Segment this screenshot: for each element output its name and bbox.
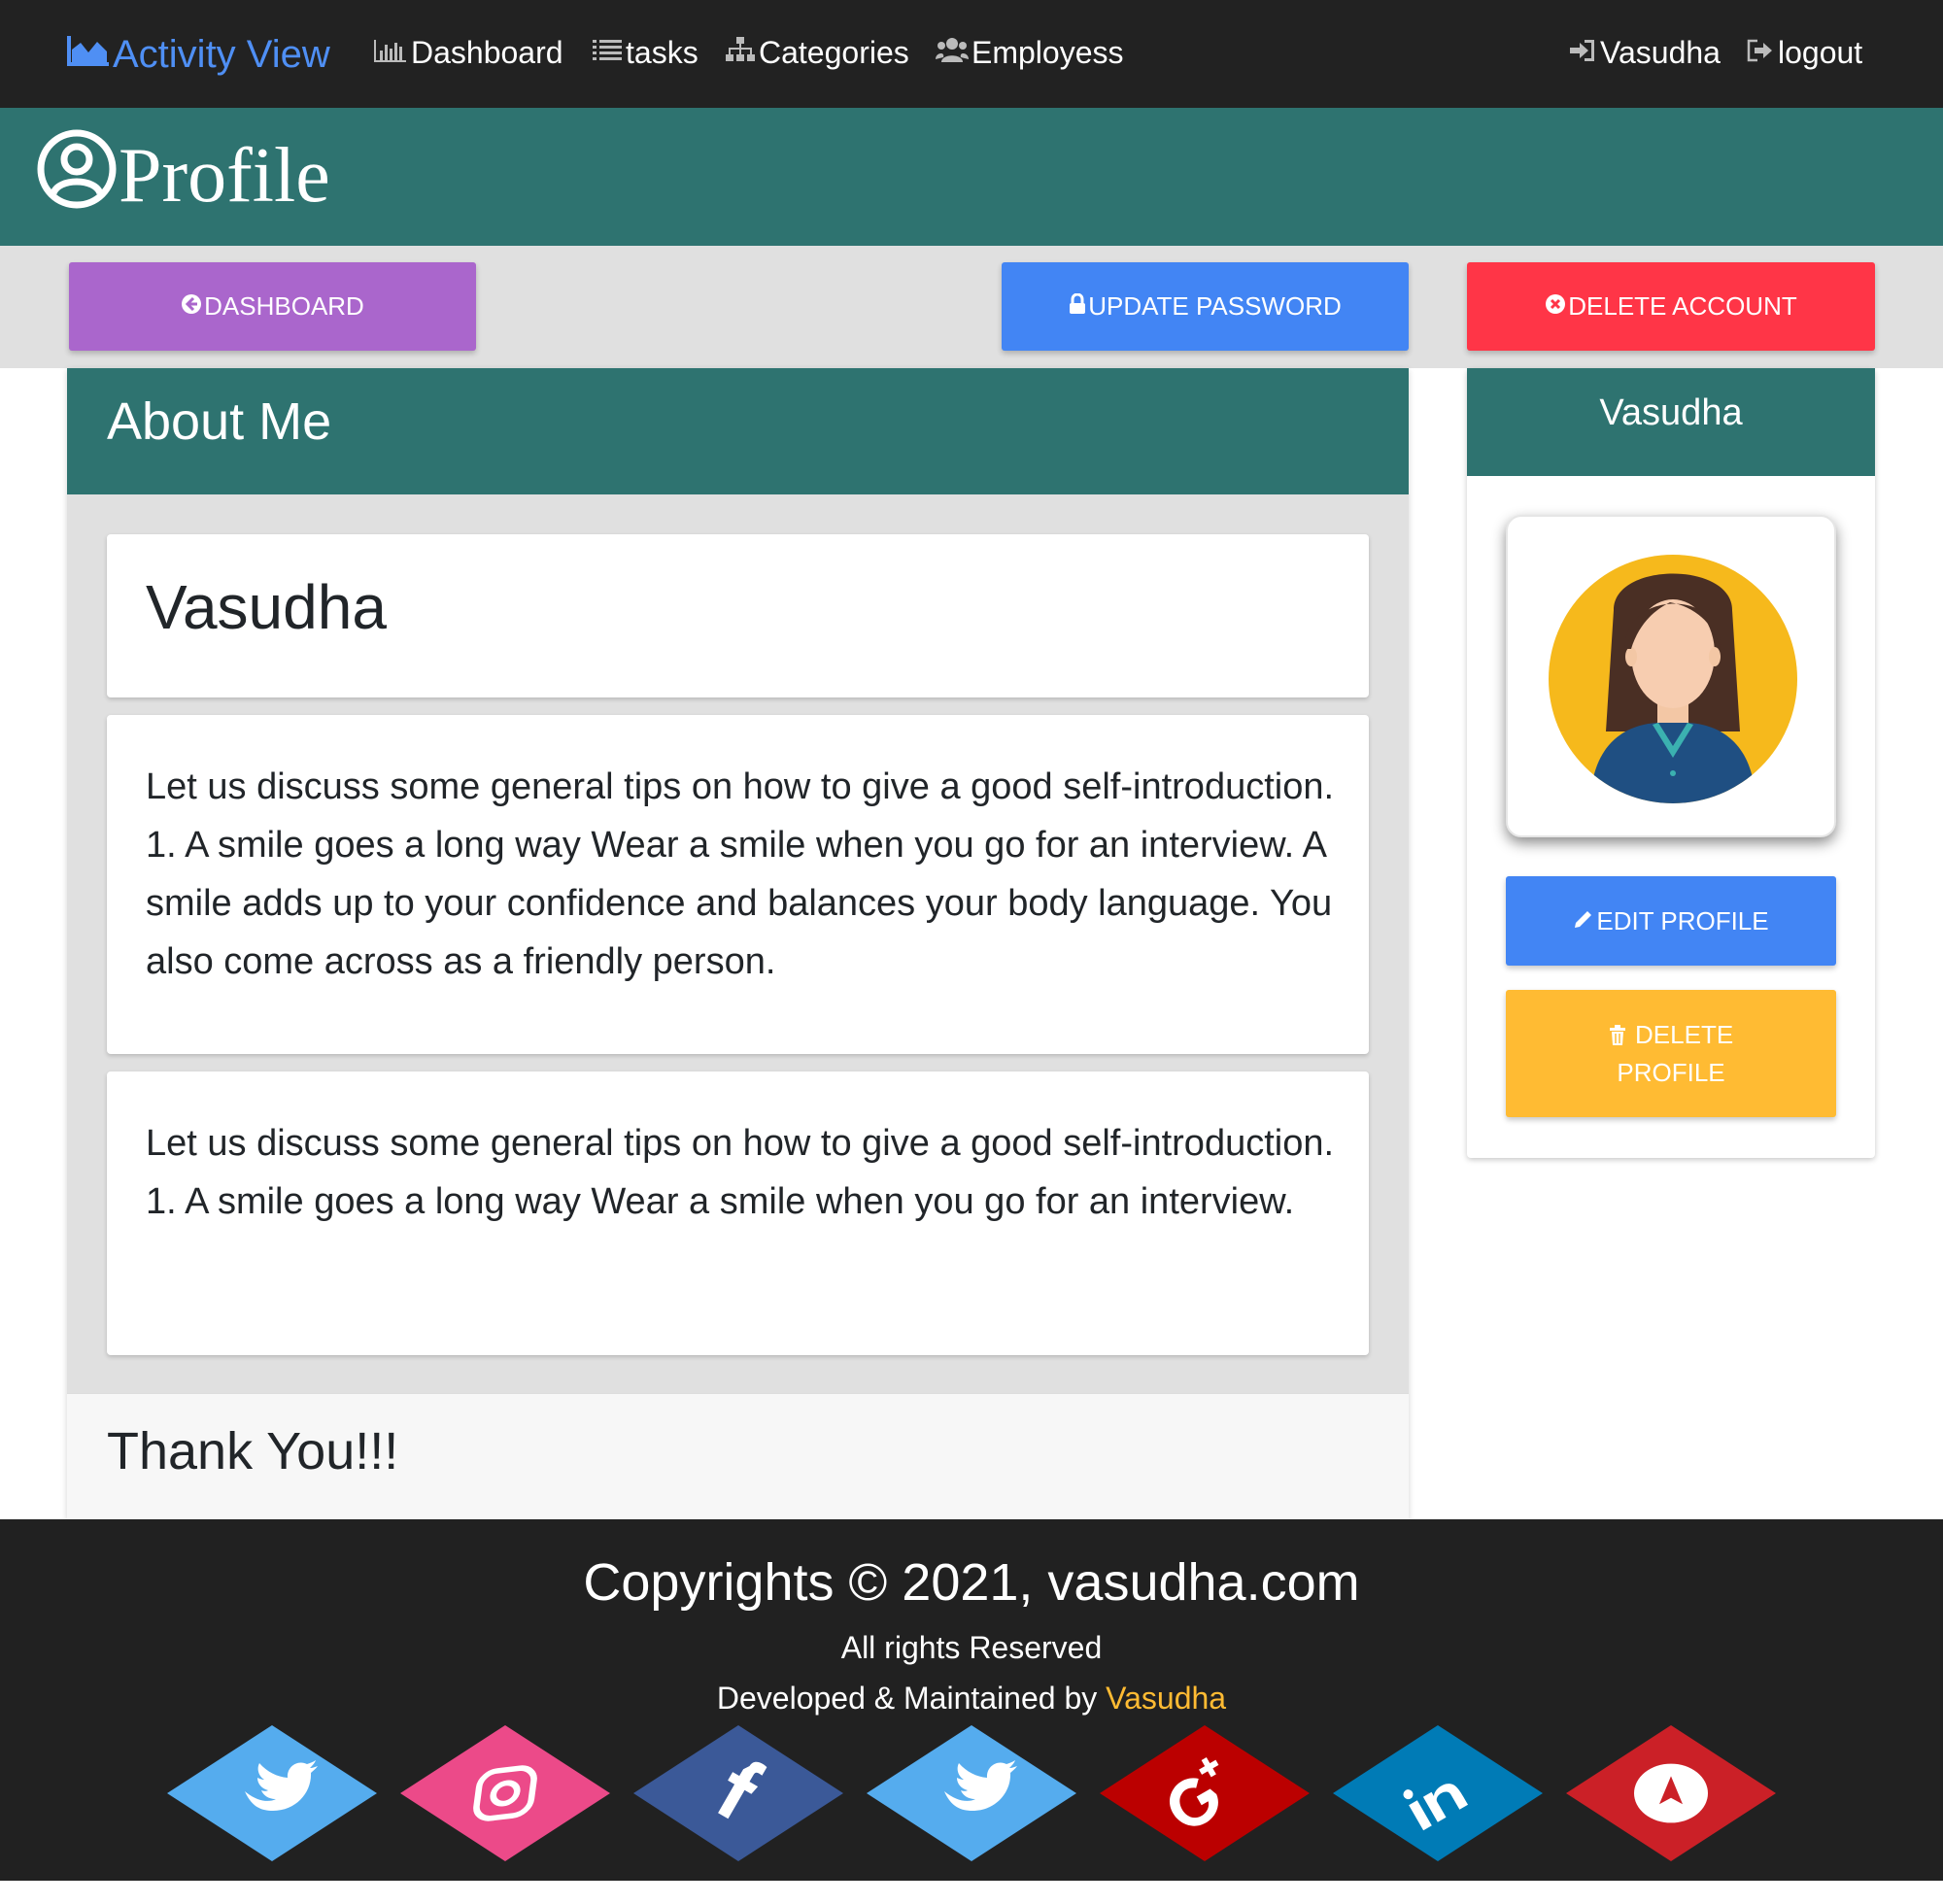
pencil-icon (1573, 906, 1596, 936)
nav-tasks-label: tasks (626, 35, 699, 70)
delete-account-button[interactable]: DELETE ACCOUNT (1467, 262, 1875, 351)
users-icon (936, 35, 972, 71)
avatar-image (1549, 555, 1797, 803)
arrow-circle-left-icon (181, 291, 204, 322)
delete-profile-content: DELETE PROFILE (1598, 1016, 1744, 1092)
edit-profile-button[interactable]: EDIT PROFILE (1506, 876, 1836, 966)
thank-you-text: Thank You!!! (107, 1422, 399, 1480)
brand-link[interactable]: Activity View (66, 33, 330, 77)
top-navbar: Activity View Dashboard tasks Categories… (0, 0, 1943, 108)
action-bar: DASHBOARD UPDATE PASSWORD DELETE ACCOUNT (0, 246, 1943, 368)
pinterest-link[interactable] (1566, 1725, 1776, 1861)
bio-paragraph-2: Let us discuss some general tips on how … (146, 1123, 1335, 1222)
list-icon (592, 35, 626, 71)
page-bottom-strip (0, 1881, 1943, 1904)
sign-out-icon (1746, 35, 1778, 71)
side-card-name: Vasudha (1467, 368, 1875, 476)
nav-categories[interactable]: Categories (725, 35, 909, 71)
name-card: Vasudha (107, 534, 1369, 697)
copyright-text: Copyrights © 2021, vasudha.com (583, 1553, 1360, 1612)
nav-tasks[interactable]: tasks (592, 35, 699, 71)
bio-card-1: Let us discuss some general tips on how … (107, 715, 1369, 1054)
about-heading: About Me (107, 392, 332, 451)
pinterest-icon (1634, 1763, 1708, 1823)
profile-header: Profile (0, 108, 1943, 246)
nav-dashboard[interactable]: Dashboard (373, 35, 563, 71)
lock-icon (1069, 291, 1088, 322)
sign-in-icon (1568, 35, 1600, 71)
bio-card-2: Let us discuss some general tips on how … (107, 1071, 1369, 1355)
update-password-label: UPDATE PASSWORD (1088, 291, 1342, 321)
linkedin-link[interactable] (1333, 1725, 1543, 1861)
about-card-footer: Thank You!!! (67, 1393, 1409, 1519)
nav-categories-label: Categories (759, 35, 909, 70)
developed-prefix: Developed & Maintained by (716, 1681, 1098, 1716)
bar-chart-icon (373, 35, 411, 71)
about-card: About Me Vasudha Let us discuss some gen… (67, 368, 1409, 1519)
dashboard-button-label: DASHBOARD (204, 291, 364, 321)
twitter-link-2[interactable] (867, 1725, 1076, 1861)
dashboard-button[interactable]: DASHBOARD (69, 262, 476, 351)
instagram-link[interactable] (400, 1725, 610, 1861)
update-password-button[interactable]: UPDATE PASSWORD (1002, 262, 1409, 351)
edit-profile-label: EDIT PROFILE (1596, 905, 1769, 935)
developed-by-text: Developed & Maintained by Vasudha (0, 1681, 1943, 1717)
delete-profile-label: DELETE PROFILE (1617, 1019, 1734, 1087)
page-title-label: Profile (119, 133, 330, 219)
delete-profile-button[interactable]: DELETE PROFILE (1506, 990, 1836, 1117)
trash-icon (1609, 1020, 1635, 1049)
nav-dashboard-label: Dashboard (411, 35, 563, 70)
bio-paragraph-1: Let us discuss some general tips on how … (146, 766, 1335, 982)
page-footer: Copyrights © 2021, vasudha.com All right… (0, 1519, 1943, 1904)
delete-account-label: DELETE ACCOUNT (1568, 291, 1797, 321)
about-name: Vasudha (146, 572, 387, 642)
rights-text: All rights Reserved (840, 1630, 1103, 1665)
avatar (1506, 515, 1836, 837)
about-card-header: About Me (67, 368, 1409, 494)
nav-user[interactable]: Vasudha (1568, 35, 1721, 71)
twitter-link[interactable] (167, 1725, 377, 1861)
brand-label: Activity View (113, 33, 330, 76)
sitemap-icon (725, 35, 759, 71)
nav-employess[interactable]: Employess (936, 35, 1124, 71)
user-circle-icon (37, 129, 119, 222)
developer-link[interactable]: Vasudha (1106, 1681, 1226, 1716)
nav-employess-label: Employess (972, 35, 1124, 70)
nav-user-label: Vasudha (1600, 35, 1721, 70)
page-title: Profile (37, 129, 330, 222)
nav-logout-label: logout (1778, 35, 1863, 70)
area-chart-icon (66, 33, 113, 77)
facebook-link[interactable] (633, 1725, 843, 1861)
profile-side-card: Vasudha EDIT PROFILE DELETE PROFILE (1467, 368, 1875, 1158)
nav-logout[interactable]: logout (1746, 35, 1862, 71)
google-plus-link[interactable] (1100, 1725, 1310, 1861)
times-circle-icon (1545, 291, 1568, 322)
